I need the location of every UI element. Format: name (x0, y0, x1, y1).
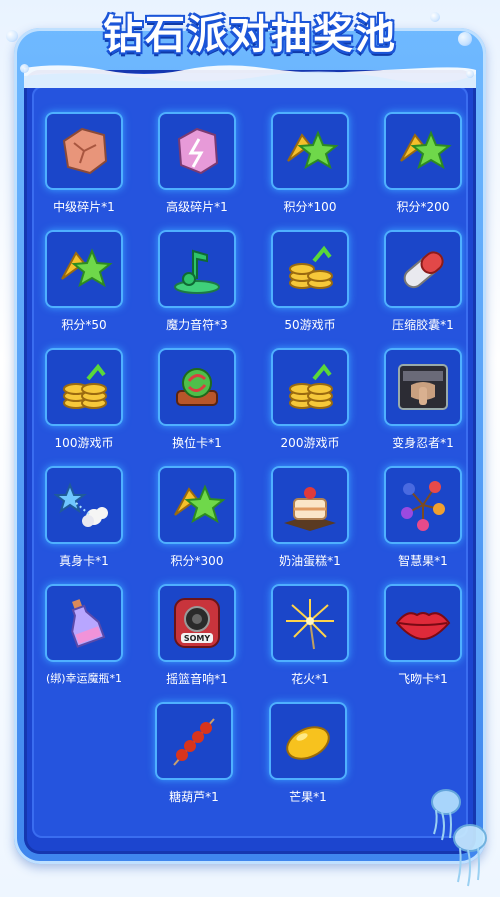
prize-item[interactable]: SOMY 摇篮音响*1 (155, 584, 239, 687)
kiss-lips-icon (395, 612, 451, 641)
prize-label: 压缩胶囊*1 (392, 318, 454, 332)
prize-item[interactable]: 真身卡*1 (42, 466, 126, 569)
prize-slot (158, 348, 236, 426)
prize-slot (158, 230, 236, 308)
prize-slot (384, 348, 462, 426)
points-star-icon (174, 484, 226, 524)
prize-slot (158, 112, 236, 190)
points-star-icon (287, 130, 339, 170)
prize-slot (269, 702, 347, 780)
prize-slot (155, 702, 233, 780)
prize-slot (158, 466, 236, 544)
prize-slot (271, 230, 349, 308)
prize-item[interactable]: 200游戏币 (268, 348, 352, 451)
coin-stack-icon (289, 363, 333, 409)
prize-label: 奶油蛋糕*1 (279, 554, 341, 568)
prize-slot (45, 230, 123, 308)
prize-slot (384, 466, 462, 544)
mango-icon (286, 726, 330, 760)
lucky-bottle-icon (71, 599, 106, 648)
prize-item[interactable]: 50游戏币 (268, 230, 352, 333)
prize-label: 魔力音符*3 (166, 318, 228, 332)
prize-item[interactable]: 奶油蛋糕*1 (268, 466, 352, 569)
wave-decoration (24, 65, 476, 88)
prize-item[interactable]: 高级碎片*1 (155, 112, 239, 215)
wisdom-fruit-icon (401, 481, 445, 531)
capsule-icon (403, 251, 444, 289)
prize-slot (45, 112, 123, 190)
prize-item[interactable]: 积分*200 (381, 112, 465, 215)
prize-label: (绑)幸运魔瓶*1 (45, 672, 123, 685)
prize-slot (384, 230, 462, 308)
firework-icon (286, 599, 334, 650)
prize-item[interactable]: 芒果*1 (266, 702, 350, 805)
prize-label: 变身忍者*1 (392, 436, 454, 450)
jellyfish-decoration (431, 789, 487, 887)
prize-item[interactable]: 压缩胶囊*1 (381, 230, 465, 333)
candied-haws-icon (173, 718, 215, 766)
mid-fragment-icon (62, 127, 108, 175)
prize-item[interactable]: 中级碎片*1 (42, 112, 126, 215)
prize-item[interactable]: 飞吻卡*1 (381, 584, 465, 687)
speaker-brand-label: SOMY (184, 634, 211, 643)
prize-label: 摇篮音响*1 (166, 672, 228, 686)
prize-label: 真身卡*1 (59, 554, 109, 568)
prize-item[interactable]: 换位卡*1 (155, 348, 239, 451)
prize-label: 智慧果*1 (398, 554, 448, 568)
prize-label: 中级碎片*1 (53, 200, 115, 214)
prize-label: 积分*300 (170, 554, 224, 568)
prize-slot (271, 466, 349, 544)
prize-item[interactable]: 魔力音符*3 (155, 230, 239, 333)
prize-slot (45, 348, 123, 426)
prize-item[interactable]: (绑)幸运魔瓶*1 (42, 584, 126, 686)
prize-label: 高级碎片*1 (166, 200, 228, 214)
prize-slot (45, 466, 123, 544)
prize-slot (271, 112, 349, 190)
prize-slot (384, 112, 462, 190)
prize-item[interactable]: 智慧果*1 (381, 466, 465, 569)
prize-item[interactable]: 花火*1 (268, 584, 352, 687)
prize-item[interactable]: 积分*50 (42, 230, 126, 333)
prize-label: 50游戏币 (284, 318, 336, 332)
speaker-icon: SOMY (174, 598, 220, 648)
prize-slot (45, 584, 123, 662)
prize-slot: SOMY (158, 584, 236, 662)
lottery-pool-page: 钻石派对抽奖池 中级碎片*1 高级碎片*1 积分*100 积分*200 积分*5… (0, 0, 500, 897)
bubble-decoration (20, 64, 29, 73)
bubble-decoration (466, 70, 474, 78)
prize-label: 花火*1 (291, 672, 329, 686)
prize-label: 积分*200 (396, 200, 450, 214)
prize-label: 200游戏币 (280, 436, 340, 450)
page-title: 钻石派对抽奖池 (103, 12, 397, 58)
swap-card-icon (176, 368, 218, 406)
ninja-card-icon (398, 364, 448, 410)
prize-slot (271, 348, 349, 426)
prize-label: 积分*50 (61, 318, 107, 332)
prize-label: 芒果*1 (289, 790, 327, 804)
points-star-icon (400, 130, 452, 170)
prize-label: 换位卡*1 (172, 436, 222, 450)
coin-stack-icon (63, 363, 107, 409)
prize-item[interactable]: 变身忍者*1 (381, 348, 465, 451)
prize-item[interactable]: 糖葫芦*1 (152, 702, 236, 805)
prize-label: 糖葫芦*1 (169, 790, 219, 804)
prize-label: 100游戏币 (54, 436, 114, 450)
magic-note-icon (174, 249, 220, 294)
high-fragment-icon (177, 127, 219, 175)
coin-stack-icon (289, 245, 333, 289)
prize-item[interactable]: 100游戏币 (42, 348, 126, 451)
prize-label: 积分*100 (283, 200, 337, 214)
prize-slot (384, 584, 462, 662)
prize-item[interactable]: 积分*300 (155, 466, 239, 569)
prize-slot (271, 584, 349, 662)
prize-label: 飞吻卡*1 (398, 672, 448, 686)
true-form-card-icon (54, 482, 108, 527)
points-star-icon (61, 248, 113, 288)
prize-item[interactable]: 积分*100 (268, 112, 352, 215)
cream-cake-icon (284, 487, 336, 531)
